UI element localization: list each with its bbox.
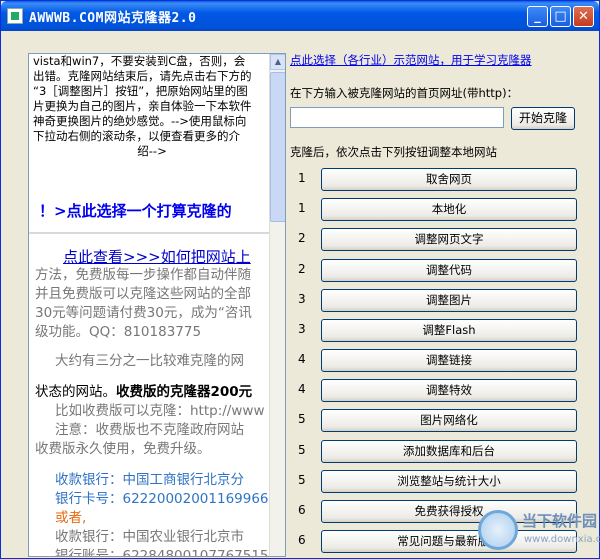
step-number: 5: [298, 443, 306, 457]
adjust-flash-button[interactable]: 调整Flash: [321, 319, 577, 342]
localize-button[interactable]: 本地化: [321, 198, 577, 221]
adjust-images-button[interactable]: 调整图片: [321, 289, 577, 312]
adjust-effects-button[interactable]: 调整特效: [321, 379, 577, 402]
info-line: 并且免费版可以克隆这些网站的全部: [35, 286, 251, 302]
intro-line: vista和win7，不要安装到C盘，否则，会: [33, 54, 246, 68]
demo-sites-link[interactable]: 点此选择（各行业）示范网站，用于学习克隆器: [290, 52, 532, 68]
maximize-button[interactable]: □: [550, 6, 571, 27]
intro-content: vista和win7，不要安装到C盘，否则，会 出错。克隆网站结束后，请先点击右…: [29, 54, 271, 557]
info-text-block: 方法，免费版每一步操作都自动伴随 并且免费版可以克隆这些网站的全部 30元等问题…: [35, 266, 271, 557]
choose-site-link[interactable]: ！>点此选择一个打算克隆的: [39, 200, 232, 221]
window-title: AWWWB.COM网站克隆器2.0: [29, 11, 197, 26]
step-row: 4 调整链接: [290, 349, 582, 373]
app-window: AWWWB.COM网站克隆器2.0 _ □ ✕ vista和win7，不要安装到…: [0, 0, 600, 559]
watermark-url: www.downxia.com: [524, 534, 600, 545]
step-number: 1: [298, 201, 306, 215]
intro-line: “3［调整图片］按钮”，把原始网站里的图: [33, 84, 248, 98]
step-row: 1 取舍网页: [290, 168, 582, 192]
after-clone-label: 克隆后，依次点击下列按钮调整本地网站: [290, 145, 497, 159]
step-number: 4: [298, 382, 306, 396]
paid-version-text: 收费版的克隆器200元: [116, 384, 253, 400]
step-number: 6: [298, 533, 306, 547]
step-number: 4: [298, 352, 306, 366]
images-online-button[interactable]: 图片网络化: [321, 409, 577, 432]
step-row: 4 调整特效: [290, 379, 582, 403]
info-line: 30元等问题请付费30元，成为“咨讯: [35, 305, 252, 321]
step-row: 2 调整代码: [290, 259, 582, 283]
browse-site-button[interactable]: 浏览整站与统计大小: [321, 470, 577, 493]
minimize-button[interactable]: _: [527, 6, 548, 27]
step-number: 3: [298, 322, 306, 336]
adjust-code-button[interactable]: 调整代码: [321, 259, 577, 282]
app-icon: [7, 8, 23, 24]
step-row: 5 浏览整站与统计大小: [290, 470, 582, 494]
watermark-name: 当下软件园: [522, 512, 598, 530]
intro-line: 出错。克隆网站结束后，请先点击右下方的: [33, 69, 252, 83]
title-bar[interactable]: AWWWB.COM网站克隆器2.0 _ □ ✕: [1, 1, 599, 31]
site-watermark: 当下软件园 www.downxia.com: [478, 506, 600, 556]
info-line: 注意：收费版也不克隆政府网站: [55, 422, 244, 438]
adjust-links-button[interactable]: 调整链接: [321, 349, 577, 372]
step-number: 2: [298, 231, 306, 245]
step-row: 5 添加数据库和后台: [290, 440, 582, 464]
step-number: 5: [298, 473, 306, 487]
or-text: 或者,: [55, 510, 87, 526]
step-number: 5: [298, 412, 306, 426]
bank-line: 银行账号：62284800107767515: [55, 548, 269, 557]
divider: [29, 232, 271, 234]
info-text: 状态的网站。: [35, 384, 116, 400]
step-row: 5 图片网络化: [290, 409, 582, 433]
step-number: 6: [298, 503, 306, 517]
client-area: vista和win7，不要安装到C盘，否则，会 出错。克隆网站结束后，请先点击右…: [4, 31, 600, 557]
step-row: 3 调整图片: [290, 289, 582, 313]
intro-line: 绍-->: [137, 144, 167, 158]
intro-line: 下拉动右侧的滚动条，以便查看更多的介: [33, 129, 240, 143]
url-input[interactable]: [290, 107, 504, 128]
intro-line: 神奇更换图片的绝妙感觉。-->使用鼠标向: [33, 114, 247, 128]
info-line: 收费版永久使用，免费升级。: [35, 441, 211, 457]
scroll-up-icon[interactable]: ▲: [270, 54, 285, 70]
scroll-thumb[interactable]: [270, 72, 285, 222]
watermark-logo-icon: [478, 510, 518, 550]
select-pages-button[interactable]: 取舍网页: [321, 168, 577, 191]
step-row: 1 本地化: [290, 198, 582, 222]
url-input-label: 在下方输入被克隆网站的首页网址(带http)：: [290, 86, 519, 100]
add-database-button[interactable]: 添加数据库和后台: [321, 440, 577, 463]
bank-line: 银行卡号：62220002001169966: [55, 491, 269, 507]
close-button[interactable]: ✕: [573, 6, 594, 27]
step-number: 3: [298, 292, 306, 306]
intro-browser-pane[interactable]: vista和win7，不要安装到C盘，否则，会 出错。克隆网站结束后，请先点击右…: [28, 53, 286, 557]
bank-line: 收款银行：中国农业银行北京市: [55, 529, 244, 545]
info-line: 级功能。QQ：810183775: [35, 324, 202, 340]
adjust-text-button[interactable]: 调整网页文字: [321, 228, 577, 251]
info-line: 比如收费版可以克隆：http://www: [55, 403, 265, 419]
info-line-paid: 状态的网站。收费版的克隆器200元: [35, 383, 271, 402]
intro-text: vista和win7，不要安装到C盘，否则，会 出错。克隆网站结束后，请先点击右…: [33, 54, 271, 159]
info-line: 大约有三分之一比较难克隆的网: [55, 353, 244, 369]
view-howto-link[interactable]: 点此查看>>>如何把网站上: [63, 246, 251, 267]
step-number: 1: [298, 171, 306, 185]
bank-line: 收款银行：中国工商银行北京分: [55, 472, 244, 488]
start-clone-button[interactable]: 开始克隆: [511, 107, 575, 130]
step-row: 3 调整Flash: [290, 319, 582, 343]
step-row: 2 调整网页文字: [290, 228, 582, 252]
step-number: 2: [298, 262, 306, 276]
info-line: 方法，免费版每一步操作都自动伴随: [35, 267, 251, 283]
vertical-scrollbar[interactable]: ▲: [269, 54, 285, 556]
intro-line: 片更换为自己的图片，亲自体验一下本软件: [33, 99, 252, 113]
